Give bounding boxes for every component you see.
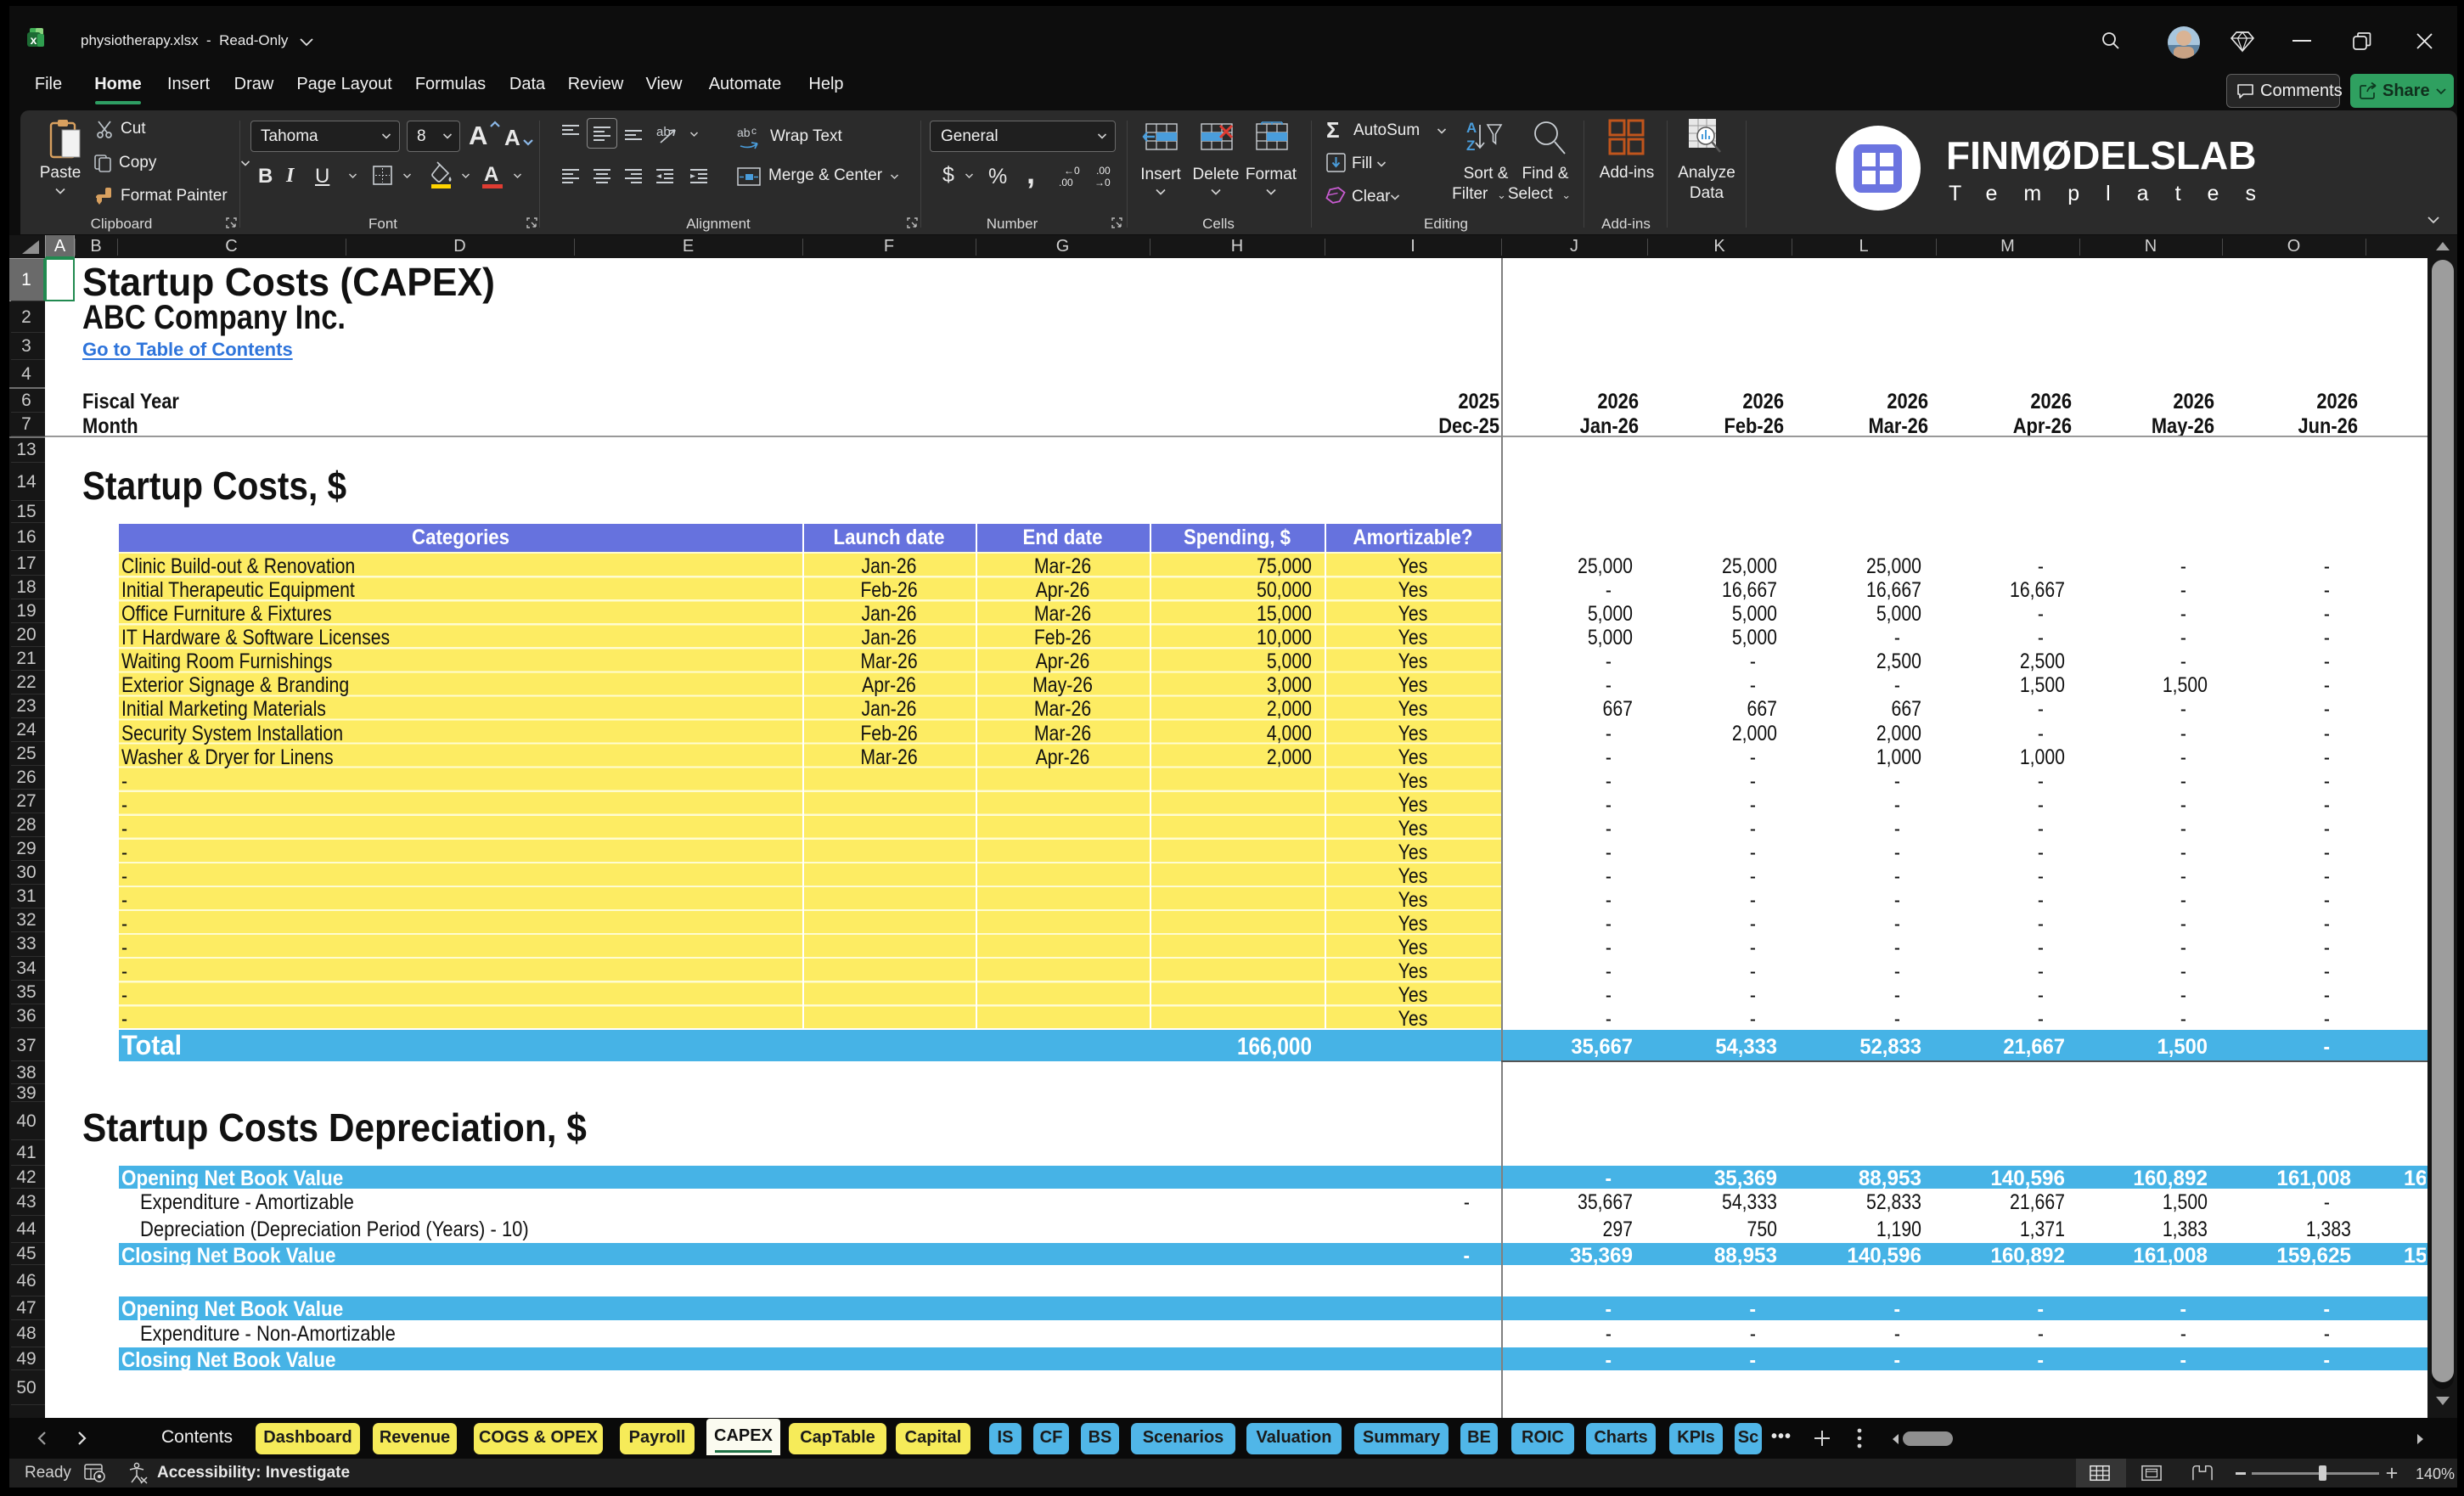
svg-text:A: A xyxy=(1466,120,1477,136)
svg-text:→0: →0 xyxy=(1094,177,1111,188)
svg-text:.00: .00 xyxy=(1059,177,1073,188)
svg-text:←0: ←0 xyxy=(1064,165,1080,177)
svg-text:ab: ab xyxy=(737,126,751,139)
svg-text:c: c xyxy=(751,125,757,137)
svg-text:ab: ab xyxy=(656,125,671,139)
svg-text:x: x xyxy=(31,33,37,47)
svg-text:A: A xyxy=(469,121,487,150)
svg-text:Z: Z xyxy=(1466,138,1475,154)
svg-text:.00: .00 xyxy=(1096,165,1111,177)
svg-text:A: A xyxy=(504,125,520,150)
